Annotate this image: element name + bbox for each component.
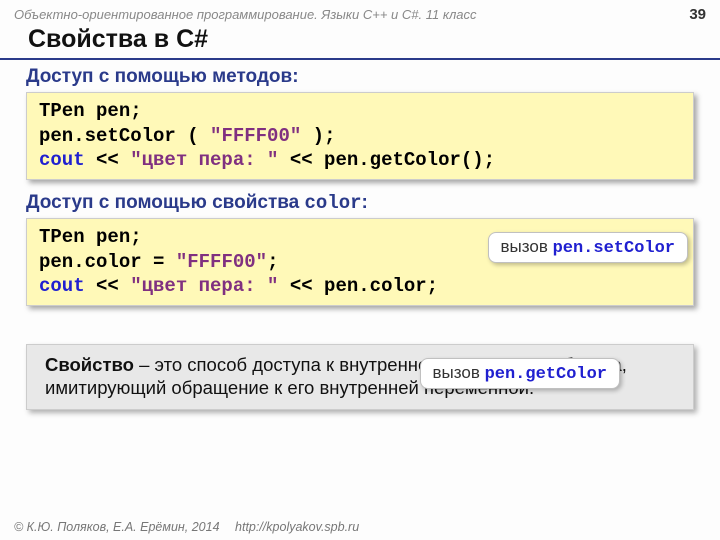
slide-footer: © К.Ю. Поляков, Е.А. Ерёмин, 2014 http:/…: [14, 520, 359, 534]
code-string: "FFFF00": [199, 125, 313, 147]
code-token: );: [313, 125, 336, 147]
course-title: Объектно-ориентированное программировани…: [14, 7, 477, 22]
colon: :: [362, 192, 368, 213]
code-token: << pen.getColor();: [278, 149, 495, 171]
footer-url: http://kpolyakov.spb.ru: [235, 520, 359, 534]
code-token: pen.setColor: [39, 125, 176, 147]
code-line: TPen pen;: [39, 100, 142, 122]
code-string: "FFFF00": [176, 251, 267, 273]
callout-setcolor: вызов pen.setColor: [488, 232, 688, 263]
callout-code: pen.getColor: [485, 365, 607, 384]
code-string: "цвет пера: ": [130, 275, 278, 297]
code-token: pen.color: [39, 251, 142, 273]
section2-heading-text: Доступ с помощью свойства: [26, 192, 305, 213]
callout-getcolor: вызов pen.getColor: [420, 358, 620, 389]
page-number: 39: [689, 6, 706, 23]
callout-code: pen.setColor: [553, 239, 675, 258]
dash: –: [134, 354, 155, 375]
code-token: <<: [85, 275, 131, 297]
code-string: "цвет пера: ": [130, 149, 278, 171]
code-token: (: [187, 125, 198, 147]
code-line: TPen pen;: [39, 226, 142, 248]
code-keyword: cout: [39, 149, 85, 171]
callout-label: вызов: [433, 363, 485, 382]
section1-heading: Доступ с помощью методов:: [26, 66, 694, 88]
copyright-text: © К.Ю. Поляков, Е.А. Ерёмин, 2014: [14, 520, 220, 534]
code-token: ;: [267, 251, 278, 273]
definition-term: Свойство: [45, 354, 134, 375]
code-token: <<: [85, 149, 131, 171]
code-token: << pen.color;: [278, 275, 438, 297]
slide-title: Свойства в C#: [0, 25, 720, 60]
colon: :: [292, 66, 298, 87]
code-token: =: [142, 251, 176, 273]
code-block-methods: TPen pen; pen.setColor ( "FFFF00" ); cou…: [26, 92, 694, 180]
section1-heading-text: Доступ с помощью методов: [26, 66, 292, 87]
section2-heading: Доступ с помощью свойства color:: [26, 192, 694, 214]
section2-heading-mono: color: [305, 192, 362, 214]
callout-label: вызов: [501, 237, 553, 256]
code-keyword: cout: [39, 275, 85, 297]
slide-header: Объектно-ориентированное программировани…: [0, 0, 720, 25]
